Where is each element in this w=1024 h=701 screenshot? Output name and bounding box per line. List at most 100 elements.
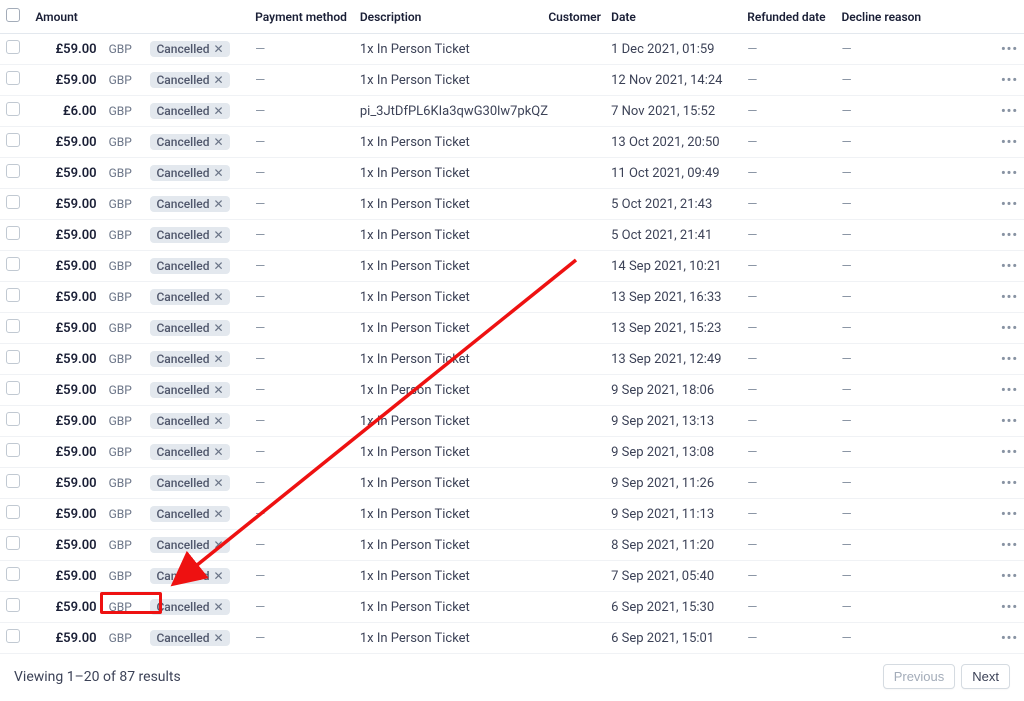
- cancel-x-icon: ✕: [213, 631, 223, 645]
- table-row[interactable]: £6.00GBPCancelled ✕—pi_3JtDfPL6KIa3qwG30…: [0, 96, 1024, 127]
- amount-cell: £59.00: [29, 251, 102, 282]
- table-row[interactable]: £59.00GBPCancelled ✕—1x In Person Ticket…: [0, 468, 1024, 499]
- row-checkbox[interactable]: [6, 133, 20, 147]
- row-actions-menu[interactable]: •••: [1001, 383, 1018, 398]
- row-actions-menu[interactable]: •••: [1001, 73, 1018, 88]
- status-label: Cancelled: [156, 166, 209, 180]
- row-checkbox[interactable]: [6, 319, 20, 333]
- cancel-x-icon: ✕: [213, 414, 223, 428]
- description-cell: 1x In Person Ticket: [354, 34, 542, 65]
- row-checkbox[interactable]: [6, 505, 20, 519]
- description-cell: 1x In Person Ticket: [354, 499, 542, 530]
- row-actions-menu[interactable]: •••: [1001, 166, 1018, 181]
- amount-cell: £59.00: [29, 344, 102, 375]
- table-row[interactable]: £59.00GBPCancelled ✕—1x In Person Ticket…: [0, 375, 1024, 406]
- payment-method-cell: —: [249, 65, 354, 96]
- col-refunded-date[interactable]: Refunded date: [741, 0, 835, 34]
- table-row[interactable]: £59.00GBPCancelled ✕—1x In Person Ticket…: [0, 220, 1024, 251]
- row-actions-menu[interactable]: •••: [1001, 135, 1018, 150]
- decline-reason-cell: —: [835, 158, 982, 189]
- row-checkbox[interactable]: [6, 71, 20, 85]
- row-checkbox[interactable]: [6, 288, 20, 302]
- row-checkbox[interactable]: [6, 40, 20, 54]
- row-actions-menu[interactable]: •••: [1001, 259, 1018, 274]
- table-row[interactable]: £59.00GBPCancelled ✕—1x In Person Ticket…: [0, 65, 1024, 96]
- select-all-checkbox[interactable]: [6, 8, 20, 22]
- next-button[interactable]: Next: [961, 664, 1010, 689]
- row-actions-menu[interactable]: •••: [1001, 414, 1018, 429]
- table-row[interactable]: £59.00GBPCancelled ✕—1x In Person Ticket…: [0, 406, 1024, 437]
- row-checkbox[interactable]: [6, 226, 20, 240]
- col-customer[interactable]: Customer: [542, 0, 605, 34]
- table-row[interactable]: £59.00GBPCancelled ✕—1x In Person Ticket…: [0, 344, 1024, 375]
- row-actions-menu[interactable]: •••: [1001, 476, 1018, 491]
- cancel-x-icon: ✕: [213, 135, 223, 149]
- table-row[interactable]: £59.00GBPCancelled ✕—1x In Person Ticket…: [0, 530, 1024, 561]
- row-actions-menu[interactable]: •••: [1001, 507, 1018, 522]
- customer-cell: [542, 623, 605, 654]
- row-checkbox[interactable]: [6, 381, 20, 395]
- row-actions-menu[interactable]: •••: [1001, 228, 1018, 243]
- row-actions-menu[interactable]: •••: [1001, 104, 1018, 119]
- row-actions-menu[interactable]: •••: [1001, 197, 1018, 212]
- table-row[interactable]: £59.00GBPCancelled ✕—1x In Person Ticket…: [0, 127, 1024, 158]
- currency-cell: GBP: [103, 96, 145, 127]
- col-description[interactable]: Description: [354, 0, 542, 34]
- table-row[interactable]: £59.00GBPCancelled ✕—1x In Person Ticket…: [0, 251, 1024, 282]
- col-amount[interactable]: Amount: [29, 0, 249, 34]
- row-actions-menu[interactable]: •••: [1001, 631, 1018, 646]
- cancel-x-icon: ✕: [213, 476, 223, 490]
- row-checkbox[interactable]: [6, 598, 20, 612]
- customer-cell: [542, 65, 605, 96]
- row-checkbox[interactable]: [6, 412, 20, 426]
- refunded-date-cell: —: [741, 344, 835, 375]
- row-checkbox[interactable]: [6, 536, 20, 550]
- row-checkbox[interactable]: [6, 102, 20, 116]
- status-badge: Cancelled ✕: [150, 599, 229, 615]
- table-row[interactable]: £59.00GBPCancelled ✕—1x In Person Ticket…: [0, 313, 1024, 344]
- table-row[interactable]: £59.00GBPCancelled ✕—1x In Person Ticket…: [0, 282, 1024, 313]
- previous-button[interactable]: Previous: [883, 664, 956, 689]
- table-row[interactable]: £59.00GBPCancelled ✕—1x In Person Ticket…: [0, 189, 1024, 220]
- decline-reason-cell: —: [835, 313, 982, 344]
- row-checkbox[interactable]: [6, 164, 20, 178]
- row-actions-menu[interactable]: •••: [1001, 569, 1018, 584]
- amount-cell: £59.00: [29, 375, 102, 406]
- row-actions-menu[interactable]: •••: [1001, 42, 1018, 57]
- row-checkbox[interactable]: [6, 195, 20, 209]
- payment-method-cell: —: [249, 189, 354, 220]
- table-row[interactable]: £59.00GBPCancelled ✕—1x In Person Ticket…: [0, 437, 1024, 468]
- status-badge: Cancelled ✕: [150, 506, 229, 522]
- status-label: Cancelled: [156, 42, 209, 56]
- row-checkbox[interactable]: [6, 350, 20, 364]
- row-actions-menu[interactable]: •••: [1001, 600, 1018, 615]
- table-row[interactable]: £59.00GBPCancelled ✕—1x In Person Ticket…: [0, 561, 1024, 592]
- table-row[interactable]: £59.00GBPCancelled ✕—1x In Person Ticket…: [0, 34, 1024, 65]
- row-actions-menu[interactable]: •••: [1001, 352, 1018, 367]
- decline-reason-cell: —: [835, 623, 982, 654]
- row-checkbox[interactable]: [6, 443, 20, 457]
- row-actions-menu[interactable]: •••: [1001, 290, 1018, 305]
- amount-cell: £59.00: [29, 65, 102, 96]
- col-date[interactable]: Date: [605, 0, 741, 34]
- status-label: Cancelled: [156, 73, 209, 87]
- cancel-x-icon: ✕: [213, 538, 223, 552]
- amount-cell: £59.00: [29, 406, 102, 437]
- row-checkbox[interactable]: [6, 257, 20, 271]
- table-row[interactable]: £59.00GBPCancelled ✕—1x In Person Ticket…: [0, 592, 1024, 623]
- refunded-date-cell: —: [741, 158, 835, 189]
- table-row[interactable]: £59.00GBPCancelled ✕—1x In Person Ticket…: [0, 499, 1024, 530]
- table-row[interactable]: £59.00GBPCancelled ✕—1x In Person Ticket…: [0, 623, 1024, 654]
- row-actions-menu[interactable]: •••: [1001, 321, 1018, 336]
- col-decline-reason[interactable]: Decline reason: [835, 0, 982, 34]
- refunded-date-cell: —: [741, 127, 835, 158]
- col-payment-method[interactable]: Payment method: [249, 0, 354, 34]
- row-checkbox[interactable]: [6, 567, 20, 581]
- payments-table: Amount Payment method Description Custom…: [0, 0, 1024, 654]
- amount-cell: £59.00: [29, 313, 102, 344]
- row-actions-menu[interactable]: •••: [1001, 538, 1018, 553]
- row-actions-menu[interactable]: •••: [1001, 445, 1018, 460]
- row-checkbox[interactable]: [6, 474, 20, 488]
- table-row[interactable]: £59.00GBPCancelled ✕—1x In Person Ticket…: [0, 158, 1024, 189]
- row-checkbox[interactable]: [6, 629, 20, 643]
